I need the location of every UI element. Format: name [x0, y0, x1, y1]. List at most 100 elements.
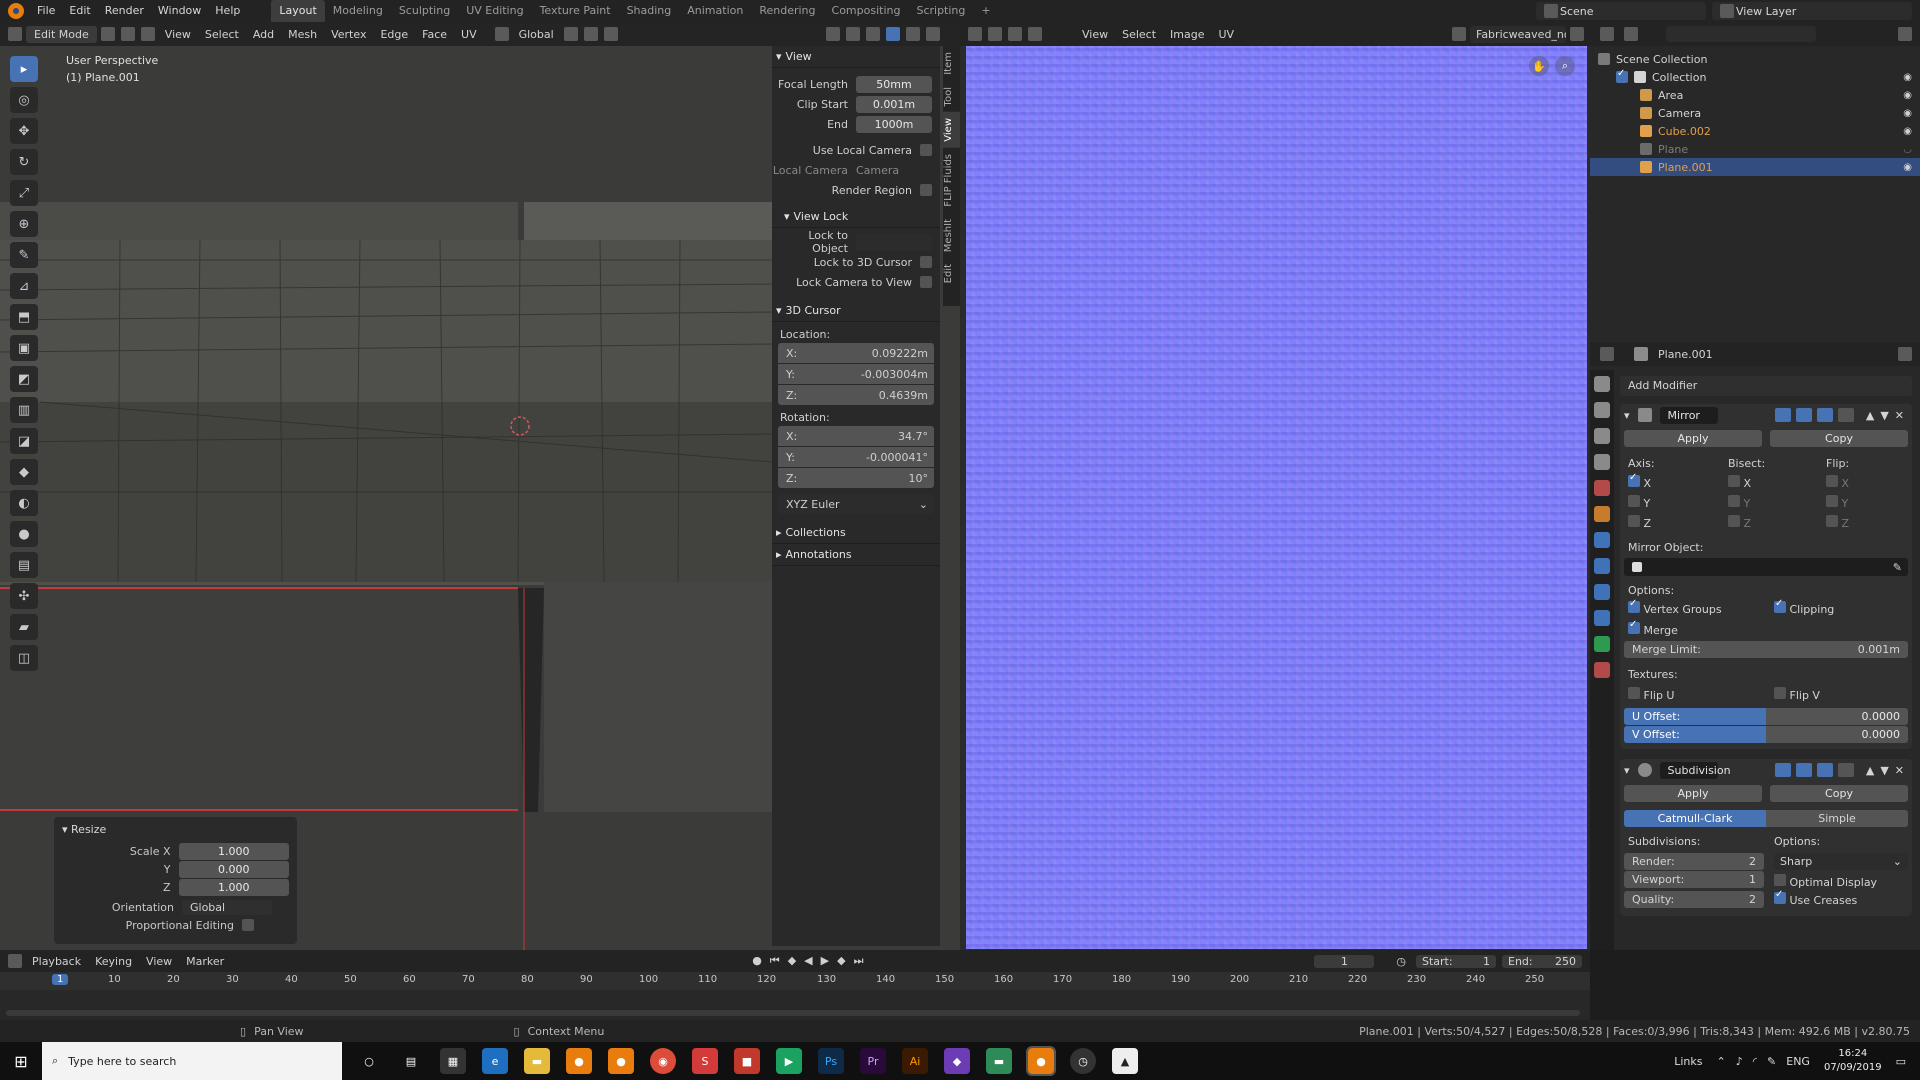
orientation-dropdown[interactable]: Global: [182, 899, 272, 915]
uv-sync-icon[interactable]: [988, 27, 1002, 41]
shear-tool[interactable]: ▰: [10, 614, 38, 640]
clock-icon[interactable]: ◷: [1396, 955, 1406, 968]
snap-icon[interactable]: [583, 27, 598, 41]
viewport-menu-uv[interactable]: UV: [455, 26, 483, 43]
blender-active-icon[interactable]: ●: [1026, 1046, 1056, 1076]
subdivision-apply-button[interactable]: Apply: [1624, 785, 1762, 802]
measure-tool[interactable]: ⊿: [10, 273, 38, 299]
play-icon[interactable]: ▶: [821, 954, 829, 968]
outliner-item-plane[interactable]: Plane ◡: [1590, 140, 1920, 158]
scale-y-field[interactable]: 0.000: [178, 860, 289, 878]
menu-window[interactable]: Window: [151, 0, 208, 22]
focal-length-field[interactable]: 50mm: [856, 75, 932, 93]
photoshop-icon[interactable]: Ps: [818, 1048, 844, 1074]
tab-compositing[interactable]: Compositing: [824, 0, 909, 22]
timeline-menu-view[interactable]: View: [140, 953, 178, 970]
clip-end-field[interactable]: 1000m: [856, 115, 932, 133]
tab-edit[interactable]: Edit: [943, 258, 960, 289]
tab-scripting[interactable]: Scripting: [908, 0, 973, 22]
rendered-shading-icon[interactable]: [926, 27, 940, 41]
chrome-icon[interactable]: ◉: [650, 1048, 676, 1074]
axis-y-checkbox[interactable]: [1628, 495, 1640, 507]
menu-file[interactable]: File: [30, 0, 62, 22]
start-frame-field[interactable]: Start: 1: [1416, 954, 1496, 968]
file-explorer-icon[interactable]: ▬: [524, 1048, 550, 1074]
clock[interactable]: 16:24 07/09/2019: [1824, 1047, 1882, 1075]
uv-smooth-dropdown[interactable]: Sharp ⌄: [1774, 853, 1908, 870]
move-down-icon[interactable]: ▼: [1880, 409, 1888, 422]
viewport-menu-mesh[interactable]: Mesh: [282, 26, 323, 43]
uv-sticky-icon[interactable]: [1028, 27, 1042, 41]
tab-sculpting[interactable]: Sculpting: [391, 0, 458, 22]
record-icon[interactable]: ●: [752, 954, 762, 968]
taskbar-search[interactable]: ⌕ Type here to search: [42, 1042, 342, 1080]
clipping-checkbox[interactable]: [1774, 598, 1786, 613]
knife-tool[interactable]: ◪: [10, 428, 38, 454]
tab-shading[interactable]: Shading: [619, 0, 680, 22]
viewport-menu-edge[interactable]: Edge: [374, 26, 414, 43]
tab-rendering[interactable]: Rendering: [751, 0, 823, 22]
data-tab-icon[interactable]: [1594, 636, 1610, 652]
illustrator-icon[interactable]: Ai: [902, 1048, 928, 1074]
render-region-checkbox[interactable]: [920, 184, 932, 196]
edit-cage-icon[interactable]: [1774, 763, 1791, 777]
edit-cage-icon[interactable]: [1774, 408, 1791, 422]
lock-to-object-field[interactable]: [856, 233, 932, 251]
editor-type-icon[interactable]: [1600, 27, 1614, 41]
local-camera-field[interactable]: Camera: [856, 164, 926, 177]
rotate-tool[interactable]: ↻: [10, 149, 38, 175]
move-up-icon[interactable]: ▲: [1866, 764, 1874, 777]
collapse-icon[interactable]: ▾: [1624, 764, 1630, 777]
render-tab-icon[interactable]: [1594, 402, 1610, 418]
editor-type-icon[interactable]: [1600, 347, 1614, 361]
tab-item[interactable]: Item: [943, 46, 960, 81]
vertex-select-icon[interactable]: [100, 27, 115, 41]
merge-checkbox[interactable]: [1628, 619, 1640, 634]
lock-camera-checkbox[interactable]: [920, 276, 932, 288]
outliner-item-camera[interactable]: Camera ◉: [1590, 104, 1920, 122]
tool-tab-icon[interactable]: [1594, 376, 1610, 392]
mirror-apply-button[interactable]: Apply: [1624, 430, 1762, 447]
image-browse-icon[interactable]: [1452, 27, 1466, 41]
timeline-scrollbar[interactable]: [6, 1010, 1580, 1016]
move-down-icon[interactable]: ▼: [1880, 764, 1888, 777]
flip-z-checkbox[interactable]: [1826, 515, 1838, 527]
outliner-item-area[interactable]: Area ◉: [1590, 86, 1920, 104]
tab-uv-editing[interactable]: UV Editing: [458, 0, 531, 22]
merge-limit-field[interactable]: Merge Limit: 0.001m: [1624, 641, 1908, 658]
subdivision-copy-button[interactable]: Copy: [1770, 785, 1908, 802]
eye-icon[interactable]: ◉: [1903, 72, 1912, 83]
calculator-icon[interactable]: ▦: [440, 1048, 466, 1074]
material-shading-icon[interactable]: [906, 27, 920, 41]
orientation-selector[interactable]: Global: [513, 26, 560, 43]
cursor-loc-z[interactable]: Z: 0.4639m: [778, 385, 934, 405]
bisect-z-checkbox[interactable]: [1728, 515, 1740, 527]
realtime-icon[interactable]: [1816, 408, 1833, 422]
image-close-icon[interactable]: [1570, 27, 1584, 41]
flip-x-checkbox[interactable]: [1826, 475, 1838, 487]
tray-chevron-icon[interactable]: ⌃: [1717, 1055, 1726, 1068]
editor-type-icon[interactable]: [968, 27, 982, 41]
edge-select-icon[interactable]: [120, 27, 135, 41]
jump-start-icon[interactable]: ⏮: [770, 954, 780, 968]
vertex-groups-checkbox[interactable]: [1628, 598, 1640, 613]
tab-flip-fluids[interactable]: FLIP Fluids: [943, 148, 960, 213]
premiere-icon[interactable]: Pr: [860, 1048, 886, 1074]
overlay-icon[interactable]: [826, 27, 840, 41]
output-tab-icon[interactable]: [1594, 428, 1610, 444]
links-toolbar[interactable]: Links: [1674, 1055, 1702, 1068]
image-menu-select[interactable]: Select: [1116, 26, 1162, 43]
extrude-tool[interactable]: ⬒: [10, 304, 38, 330]
view-layer-selector[interactable]: View Layer: [1712, 2, 1912, 20]
blender-app-icon-2[interactable]: ●: [608, 1048, 634, 1074]
scene-tab-icon[interactable]: [1594, 480, 1610, 496]
eye-icon[interactable]: ◉: [1903, 108, 1912, 119]
loop-cut-tool[interactable]: ▥: [10, 397, 38, 423]
windows-start-icon[interactable]: ⊞: [0, 1042, 42, 1080]
particles-tab-icon[interactable]: [1594, 558, 1610, 574]
outliner-item-plane-001[interactable]: Plane.001 ◉: [1590, 158, 1920, 176]
outliner-item-cube-002[interactable]: Cube.002 ◉: [1590, 122, 1920, 140]
use-local-camera-checkbox[interactable]: [920, 144, 932, 156]
play-reverse-icon[interactable]: ◀: [804, 954, 812, 968]
tab-view[interactable]: View: [943, 112, 960, 148]
